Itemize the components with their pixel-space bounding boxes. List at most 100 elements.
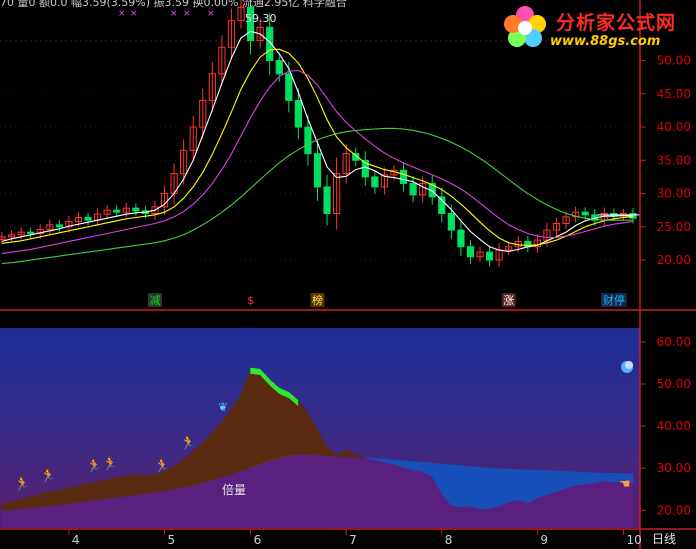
signal-marker: × (118, 9, 126, 19)
signal-marker: × (170, 9, 178, 19)
peak-price-label: 59.30 (245, 12, 277, 25)
signal-marker: × (130, 9, 138, 19)
band-segment (489, 467, 500, 509)
band-segment (565, 471, 576, 489)
indicator-y-tick-label: 60.00 (657, 335, 691, 349)
candle-body (84, 217, 92, 221)
signal-label: 财停 (603, 293, 625, 307)
candle-body (409, 183, 417, 196)
candle-body (27, 231, 35, 234)
band-segment (546, 470, 557, 495)
candle-body (457, 229, 465, 248)
band-segment (106, 477, 117, 499)
band-segment (508, 468, 519, 503)
band-segment (556, 470, 567, 492)
runner-icon: 🏃 (86, 458, 102, 474)
price-y-tick-label: 35.00 (657, 153, 691, 167)
x-tick-label: 6 (254, 533, 262, 547)
price-y-tick-label: 30.00 (657, 187, 691, 201)
indicator-y-tick-label: 40.00 (657, 419, 691, 433)
candle-body (485, 251, 494, 261)
band-segment (498, 468, 510, 507)
price-y-tick-label: 45.00 (657, 87, 691, 101)
butterfly-icon: ❦ (218, 400, 228, 414)
x-tick-label: 4 (72, 533, 80, 547)
band-segment (87, 481, 98, 502)
x-tick-label: 8 (445, 533, 453, 547)
candle-body (304, 126, 312, 155)
candle-body (371, 176, 379, 188)
band-hill (278, 393, 290, 459)
candle-body (313, 153, 322, 188)
candle-body (294, 99, 302, 128)
x-tick-label: 7 (349, 533, 357, 547)
x-tick-label: 9 (540, 533, 548, 547)
candle-body (399, 169, 408, 185)
candle-body (132, 207, 140, 212)
band-hill (250, 373, 261, 468)
signal-label: 榜 (312, 293, 323, 307)
band-segment (154, 471, 165, 493)
volume-annotation: 倍量 (222, 483, 247, 497)
candle-body (285, 73, 293, 101)
band-segment (412, 461, 424, 472)
period-label[interactable]: 日线 (652, 530, 676, 547)
band-segment (126, 474, 137, 497)
band-segment (49, 489, 60, 507)
band-segment (603, 472, 615, 483)
logo-url: www.88gs.com (550, 34, 661, 49)
indicator-panel: 🏃🏃🏃 🏃 🏃🏃❦☚ (0, 328, 640, 528)
band-segment (460, 465, 471, 508)
runner-icon: 🏃 (40, 468, 56, 484)
flower-logo-icon (504, 6, 546, 47)
signal-marker: × (183, 9, 191, 19)
kline-chart-canvas[interactable]: 减 $ 榜涨财停× × × × × 🏃🏃🏃 🏃 🏃🏃❦☚ 50.0045.0040.0035.0… (0, 0, 696, 549)
runner-icon: 🏃 (180, 435, 196, 451)
runner-icon: 🏃 (154, 458, 170, 474)
price-y-tick-label: 20.00 (657, 253, 691, 267)
x-tick-label: 10 (626, 533, 641, 547)
moon-icon-highlight (625, 361, 633, 369)
candle-body (113, 209, 121, 213)
price-y-tick-label: 25.00 (657, 220, 691, 234)
indicator-y-tick-label: 30.00 (657, 461, 691, 475)
band-segment (39, 491, 51, 508)
candle-body (275, 60, 283, 75)
indicator-y-tick-label: 50.00 (657, 377, 691, 391)
candle-body (466, 246, 475, 258)
band-segment (97, 479, 108, 501)
signal-label: 涨 (503, 294, 514, 307)
indicator-y-tick-label: 20.00 (657, 503, 691, 517)
signal-marker: × (207, 9, 215, 19)
band-segment (594, 472, 605, 484)
band-hill (288, 397, 299, 456)
band-segment (212, 421, 223, 481)
band-segment (470, 466, 481, 510)
hand-pointer-icon: ☚ (619, 477, 631, 492)
x-tick-label: 5 (168, 533, 176, 547)
band-segment (584, 472, 596, 485)
band-segment (517, 469, 529, 504)
candle-body (323, 186, 331, 215)
band-segment (537, 469, 548, 499)
site-logo: 分析家公式网 www.88gs.com (500, 2, 696, 54)
band-segment (59, 487, 70, 506)
price-y-tick-label: 40.00 (657, 120, 691, 134)
band-segment (116, 475, 127, 498)
logo-title: 分析家公式网 (556, 12, 677, 34)
band-hill (259, 374, 271, 465)
band-segment (135, 474, 146, 496)
runner-icon: 🏃 (14, 476, 30, 492)
band-segment (30, 493, 41, 509)
band-segment (527, 469, 538, 504)
band-segment (450, 464, 462, 508)
price-y-tick-label: 50.00 (657, 54, 691, 68)
band-segment (575, 471, 586, 486)
band-hill (269, 385, 280, 462)
candle-body (581, 211, 589, 216)
signal-label: 减 (149, 294, 160, 307)
candle-body (55, 224, 63, 228)
band-segment (68, 485, 79, 504)
signal-label: $ (247, 294, 254, 307)
band-segment (479, 467, 490, 510)
